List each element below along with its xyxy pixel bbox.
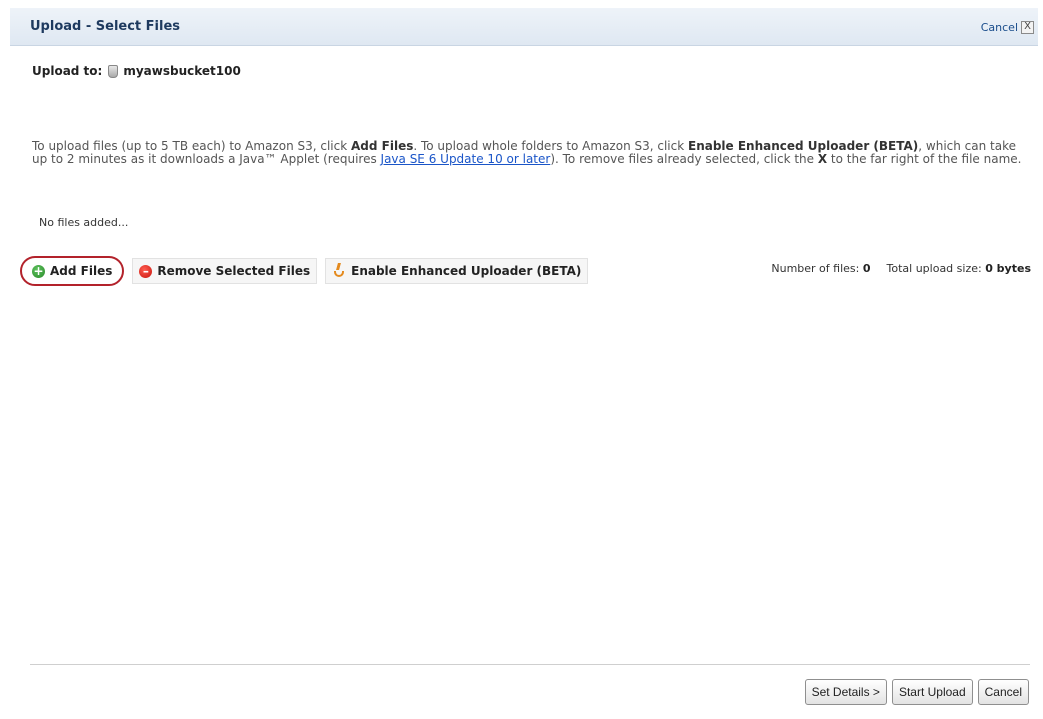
cancel-link-label[interactable]: Cancel xyxy=(981,21,1018,34)
enable-enhanced-label: Enable Enhanced Uploader (BETA) xyxy=(351,264,582,278)
cancel-button[interactable]: Cancel xyxy=(977,679,1029,705)
upload-size: Total upload size: 0 bytes xyxy=(887,262,1031,275)
upload-instructions: To upload files (up to 5 TB each) to Ama… xyxy=(32,140,1032,166)
instructions-text: to the far right of the file name. xyxy=(827,152,1022,166)
add-icon: + xyxy=(32,263,45,278)
remove-selected-files-button[interactable]: – Remove Selected Files xyxy=(132,258,318,284)
upload-size-value: 0 bytes xyxy=(985,262,1031,275)
upload-destination: Upload to: myawsbucket100 xyxy=(32,64,241,78)
close-icon[interactable]: X xyxy=(1021,21,1034,34)
bucket-name: myawsbucket100 xyxy=(123,64,241,78)
upload-to-label: Upload to: xyxy=(32,64,103,78)
footer-divider xyxy=(30,664,1030,665)
file-toolbar: + Add Files – Remove Selected Files Enab… xyxy=(20,256,589,286)
add-files-label: Add Files xyxy=(50,264,113,278)
instructions-add-files: Add Files xyxy=(351,139,414,153)
dialog-footer: Set Details > Start Upload Cancel xyxy=(804,679,1029,705)
set-details-button[interactable]: Set Details > xyxy=(804,679,887,705)
instructions-text: To upload files (up to 5 TB each) to Ama… xyxy=(32,139,351,153)
upload-size-label: Total upload size: xyxy=(886,262,982,275)
instructions-x: X xyxy=(817,152,828,166)
upload-summary: Number of files: 0 Total upload size: 0 … xyxy=(771,262,1031,275)
enable-enhanced-uploader-button[interactable]: Enable Enhanced Uploader (BETA) xyxy=(325,258,589,284)
file-list-empty: No files added... xyxy=(39,216,129,229)
add-files-button[interactable]: + Add Files xyxy=(20,256,125,286)
dialog-title: Upload - Select Files xyxy=(30,19,181,34)
instructions-enable-enhanced: Enable Enhanced Uploader (BETA) xyxy=(688,139,919,153)
java-icon xyxy=(332,263,346,279)
file-count-label: Number of files: xyxy=(771,262,860,275)
java-requirements-link[interactable]: Java SE 6 Update 10 or later xyxy=(381,152,551,166)
instructions-text: ). To remove files already selected, cli… xyxy=(550,152,818,166)
dialog-title-bar: Upload - Select Files Cancel X xyxy=(10,8,1038,46)
file-count: Number of files: 0 xyxy=(771,262,870,275)
remove-selected-label: Remove Selected Files xyxy=(157,264,311,278)
bucket-icon xyxy=(108,64,119,78)
file-count-value: 0 xyxy=(862,262,871,275)
cancel-link[interactable]: Cancel X xyxy=(981,21,1034,34)
remove-icon: – xyxy=(139,264,153,278)
instructions-text: . To upload whole folders to Amazon S3, … xyxy=(413,139,688,153)
start-upload-button[interactable]: Start Upload xyxy=(891,679,973,705)
